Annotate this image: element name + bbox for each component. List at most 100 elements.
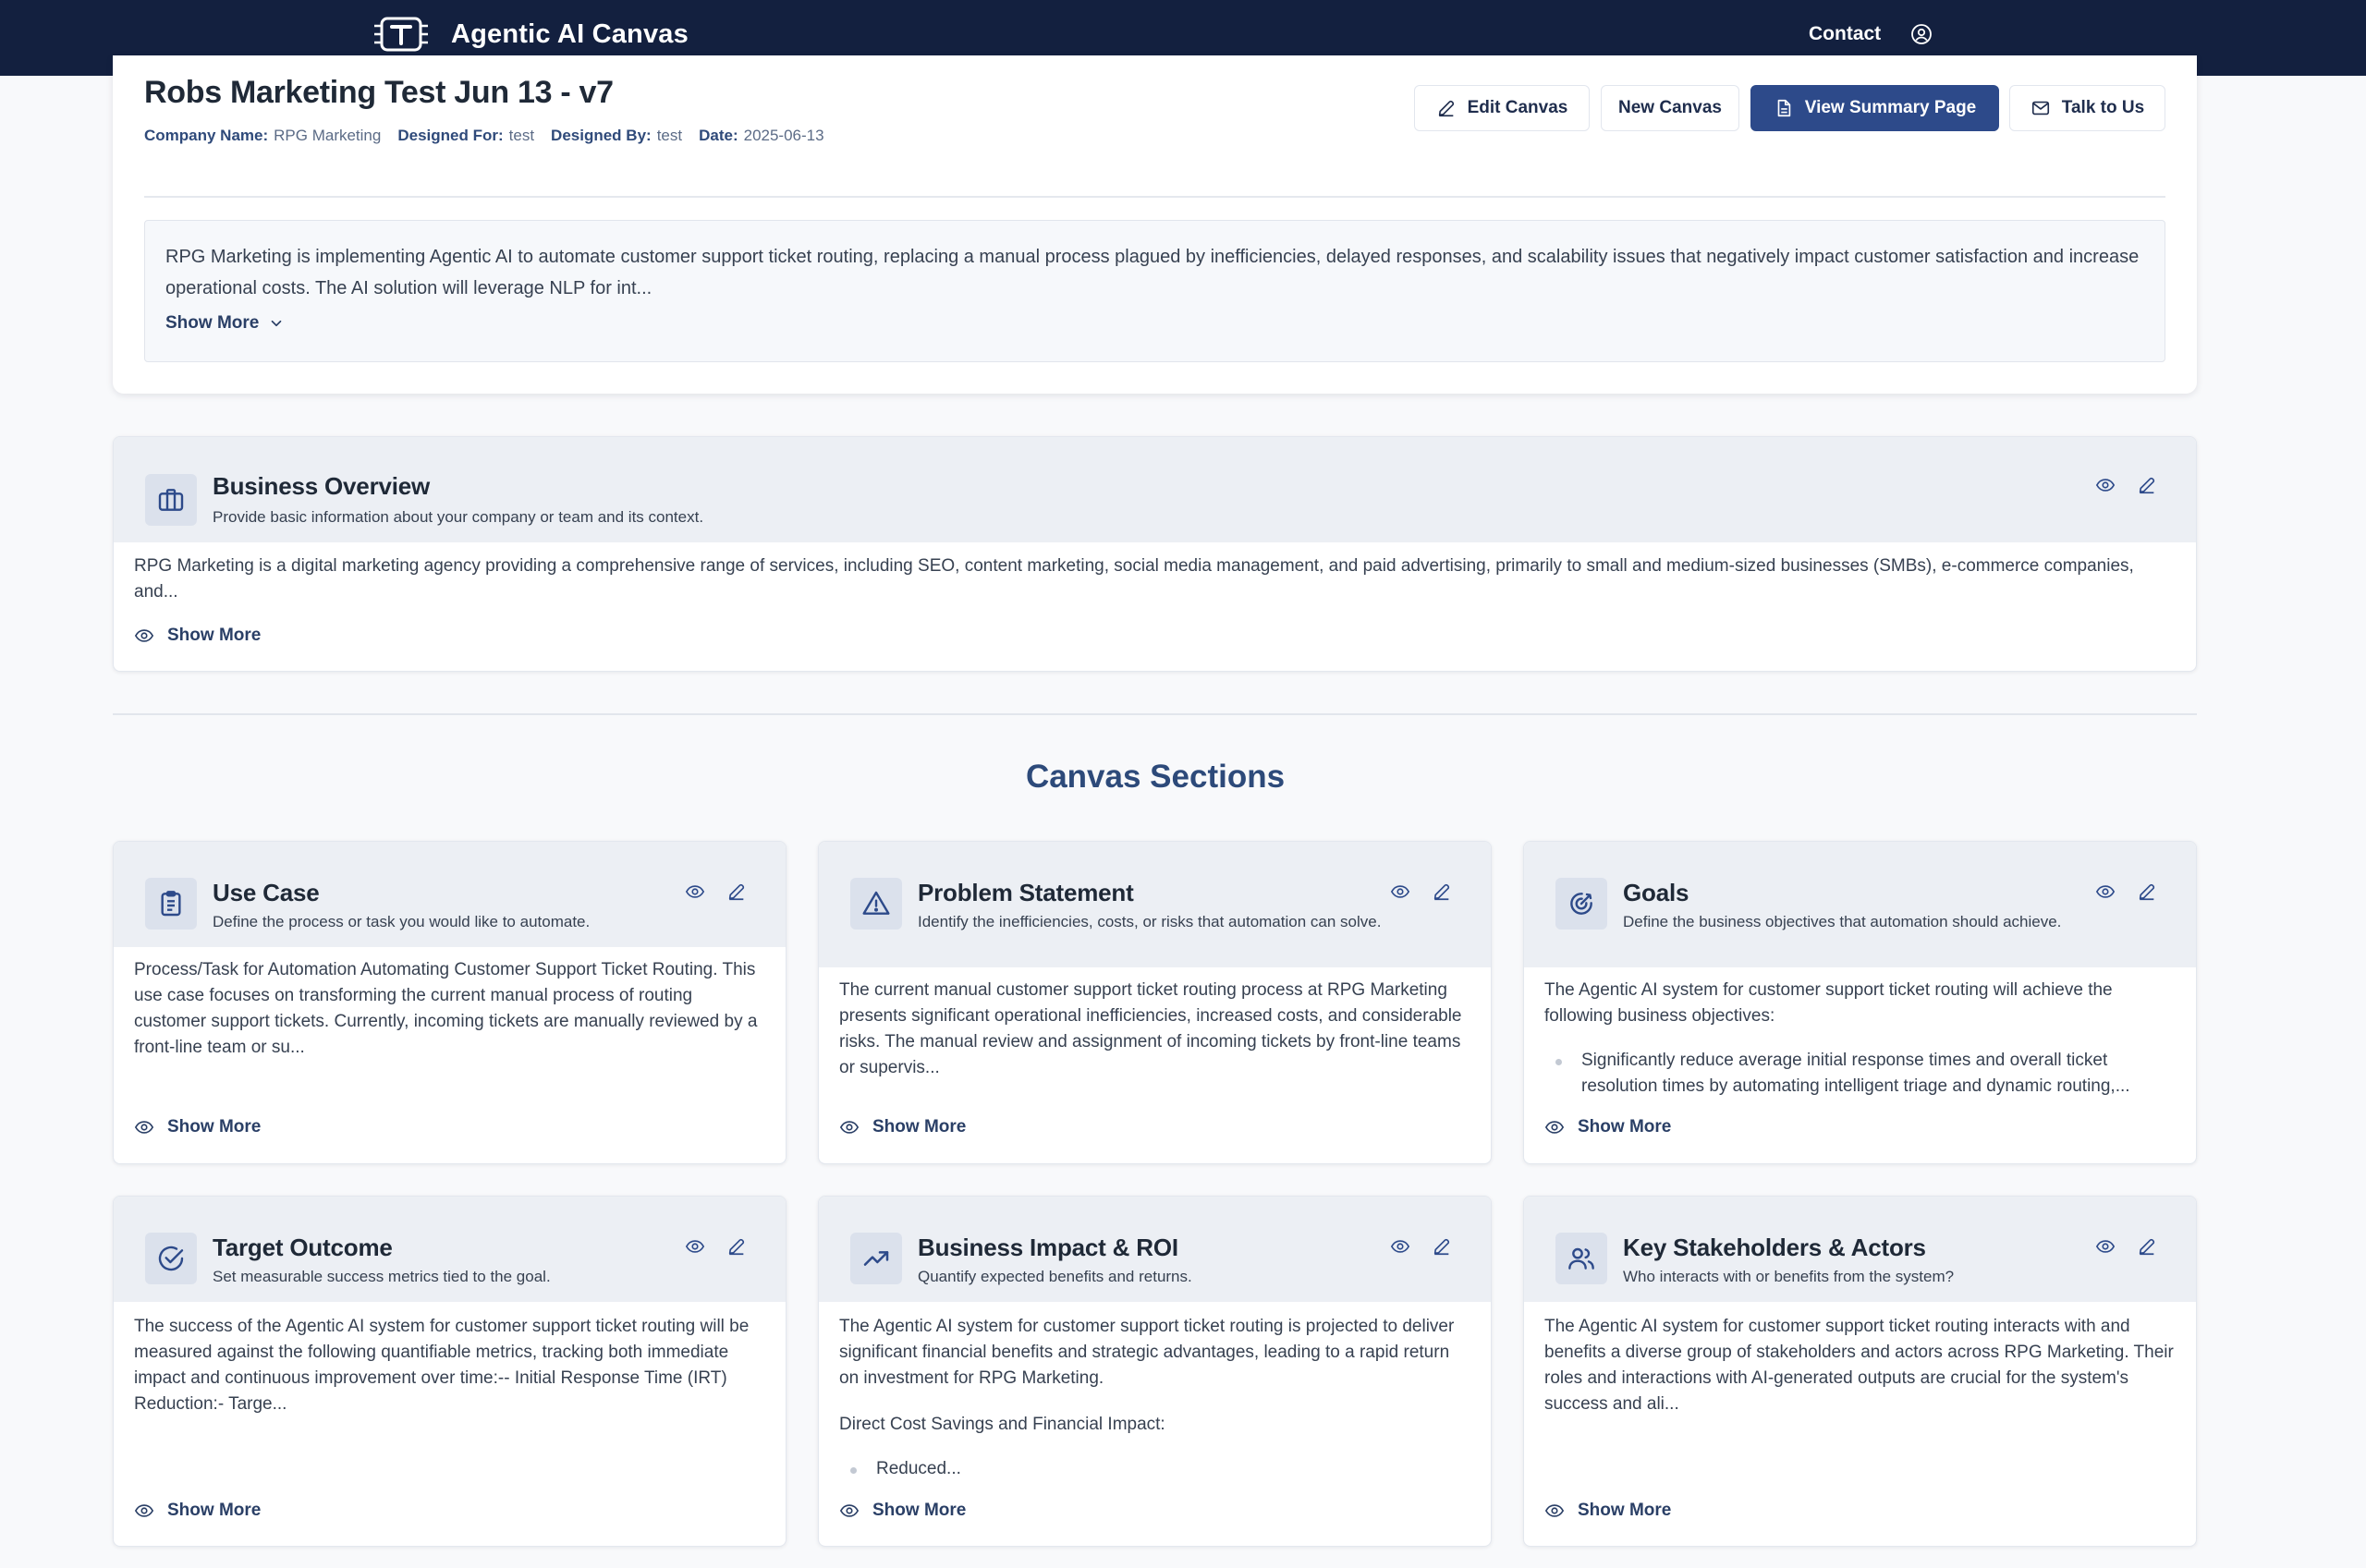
pencil-icon: [2139, 1238, 2155, 1256]
card-icon-box: [145, 878, 197, 930]
card-icon-box: [1555, 1233, 1607, 1284]
section-body: The Agentic AI system for customer suppo…: [1544, 978, 2176, 1100]
section-divider: [113, 713, 2197, 715]
company-label: Company Name:: [144, 127, 269, 144]
view-button[interactable]: [1387, 1234, 1413, 1259]
section-body-text: The Agentic AI system for customer suppo…: [1544, 980, 2113, 1026]
section-body: The success of the Agentic AI system for…: [134, 1317, 750, 1414]
user-circle-icon[interactable]: [1910, 23, 1933, 45]
envelope-icon: [2031, 101, 2049, 115]
view-button[interactable]: [682, 879, 708, 905]
section-body: Process/Task for Automation Automating C…: [134, 960, 758, 1057]
company-value: RPG Marketing: [274, 127, 382, 144]
view-button[interactable]: [2092, 1234, 2118, 1259]
edit-canvas-button[interactable]: Edit Canvas: [1414, 85, 1590, 131]
goals-card: Goals Define the business objectives tha…: [1523, 841, 2197, 1164]
clipboard-list-icon: [161, 891, 181, 917]
edit-button[interactable]: [2134, 879, 2160, 905]
view-button[interactable]: [2092, 472, 2118, 498]
eye-icon: [839, 1504, 860, 1517]
users-icon: [1568, 1247, 1594, 1270]
eye-icon: [1390, 1240, 1410, 1253]
edit-button[interactable]: [724, 1234, 750, 1259]
show-more-label: Show More: [167, 1501, 262, 1520]
view-button[interactable]: [682, 1234, 708, 1259]
view-button[interactable]: [1387, 879, 1413, 905]
use-case-card: Use Case Define the process or task you …: [113, 841, 787, 1164]
pencil-icon: [728, 883, 745, 901]
pencil-icon: [728, 1238, 745, 1256]
talk-to-us-button[interactable]: Talk to Us: [2009, 85, 2165, 131]
designed-for-value: test: [508, 127, 535, 144]
eye-icon: [685, 885, 705, 898]
chevron-down-icon: [272, 320, 282, 327]
goals-bullet-item: Significantly reduce average initial res…: [1544, 1048, 2176, 1100]
section-body-text: The Agentic AI system for customer suppo…: [839, 1317, 1455, 1388]
section-body-subheading: Direct Cost Savings and Financial Impact…: [839, 1415, 1165, 1434]
edit-button[interactable]: [1429, 879, 1455, 905]
date-label: Date:: [699, 127, 738, 144]
edit-button[interactable]: [724, 879, 750, 905]
problem-statement-show-more-button[interactable]: Show More: [839, 1117, 966, 1137]
card-icon-box: [145, 474, 197, 526]
goals-show-more-button[interactable]: Show More: [1544, 1117, 1671, 1137]
target-outcome-card: Target Outcome Set measurable success me…: [113, 1196, 787, 1547]
new-canvas-label: New Canvas: [1618, 98, 1722, 117]
view-summary-page-button[interactable]: View Summary Page: [1750, 85, 1999, 131]
view-button[interactable]: [2092, 879, 2118, 905]
talk-to-us-label: Talk to Us: [2061, 98, 2145, 117]
show-more-label: Show More: [872, 1501, 967, 1520]
eye-icon: [134, 1504, 154, 1517]
canvas-header-card: Robs Marketing Test Jun 13 - v7 Company …: [113, 55, 2197, 394]
eye-icon: [1544, 1121, 1565, 1134]
roi-bullet-item: Reduced...: [839, 1456, 1470, 1482]
canvas-title: Robs Marketing Test Jun 13 - v7: [144, 75, 614, 110]
show-more-label: Show More: [1578, 1117, 1672, 1136]
section-body: The current manual customer support tick…: [839, 980, 1462, 1077]
section-title: Business Impact & ROI: [918, 1234, 1178, 1261]
business-impact-show-more-button[interactable]: Show More: [839, 1501, 966, 1521]
key-stakeholders-show-more-button[interactable]: Show More: [1544, 1501, 1671, 1521]
use-case-show-more-button[interactable]: Show More: [134, 1117, 261, 1137]
pencil-icon: [1433, 1238, 1450, 1256]
business-overview-subtitle: Provide basic information about your com…: [213, 508, 704, 526]
contact-link[interactable]: Contact: [1809, 20, 1881, 48]
edit-canvas-label: Edit Canvas: [1467, 98, 1568, 117]
view-summary-label: View Summary Page: [1804, 98, 1977, 117]
canvas-meta: Company Name: RPG Marketing Designed For…: [144, 125, 841, 147]
designed-by-label: Designed By:: [551, 127, 652, 144]
pencil-icon: [1433, 883, 1450, 901]
header-divider: [144, 196, 2165, 198]
card-icon-box: [145, 1233, 197, 1284]
edit-button[interactable]: [2134, 472, 2160, 498]
summary-show-more-button[interactable]: Show More: [165, 313, 285, 334]
pencil-icon: [2139, 477, 2155, 494]
eye-icon: [1544, 1504, 1565, 1517]
problem-statement-card: Problem Statement Identify the inefficie…: [818, 841, 1492, 1164]
section-subtitle: Quantify expected benefits and returns.: [918, 1268, 1192, 1285]
canvas-sections-heading: Canvas Sections: [1025, 759, 1286, 795]
edit-button[interactable]: [1429, 1234, 1455, 1259]
pencil-icon: [1438, 100, 1454, 117]
designed-by-value: test: [656, 127, 683, 144]
new-canvas-button[interactable]: New Canvas: [1601, 85, 1739, 131]
eye-icon: [134, 1121, 154, 1134]
section-title: Target Outcome: [213, 1234, 393, 1261]
section-subtitle: Define the business objectives that auto…: [1623, 913, 2062, 930]
edit-button[interactable]: [2134, 1234, 2160, 1259]
target-outcome-show-more-button[interactable]: Show More: [134, 1501, 261, 1521]
business-overview-title: Business Overview: [213, 472, 431, 500]
card-icon-box: [850, 1233, 902, 1284]
card-icon-box: [1555, 878, 1607, 930]
summary-show-more-label: Show More: [165, 313, 260, 333]
section-title: Use Case: [213, 879, 320, 906]
business-overview-show-more-button[interactable]: Show More: [134, 626, 261, 646]
target-goal-icon: [1570, 893, 1592, 915]
canvas-summary-text: RPG Marketing is implementing Agentic AI…: [165, 247, 2140, 298]
document-icon: [1777, 99, 1790, 117]
eye-icon: [134, 629, 154, 642]
section-title: Goals: [1623, 879, 1689, 906]
designed-for-label: Designed For:: [397, 127, 504, 144]
app-title: Agentic AI Canvas: [451, 19, 689, 49]
show-more-label: Show More: [167, 1117, 262, 1136]
